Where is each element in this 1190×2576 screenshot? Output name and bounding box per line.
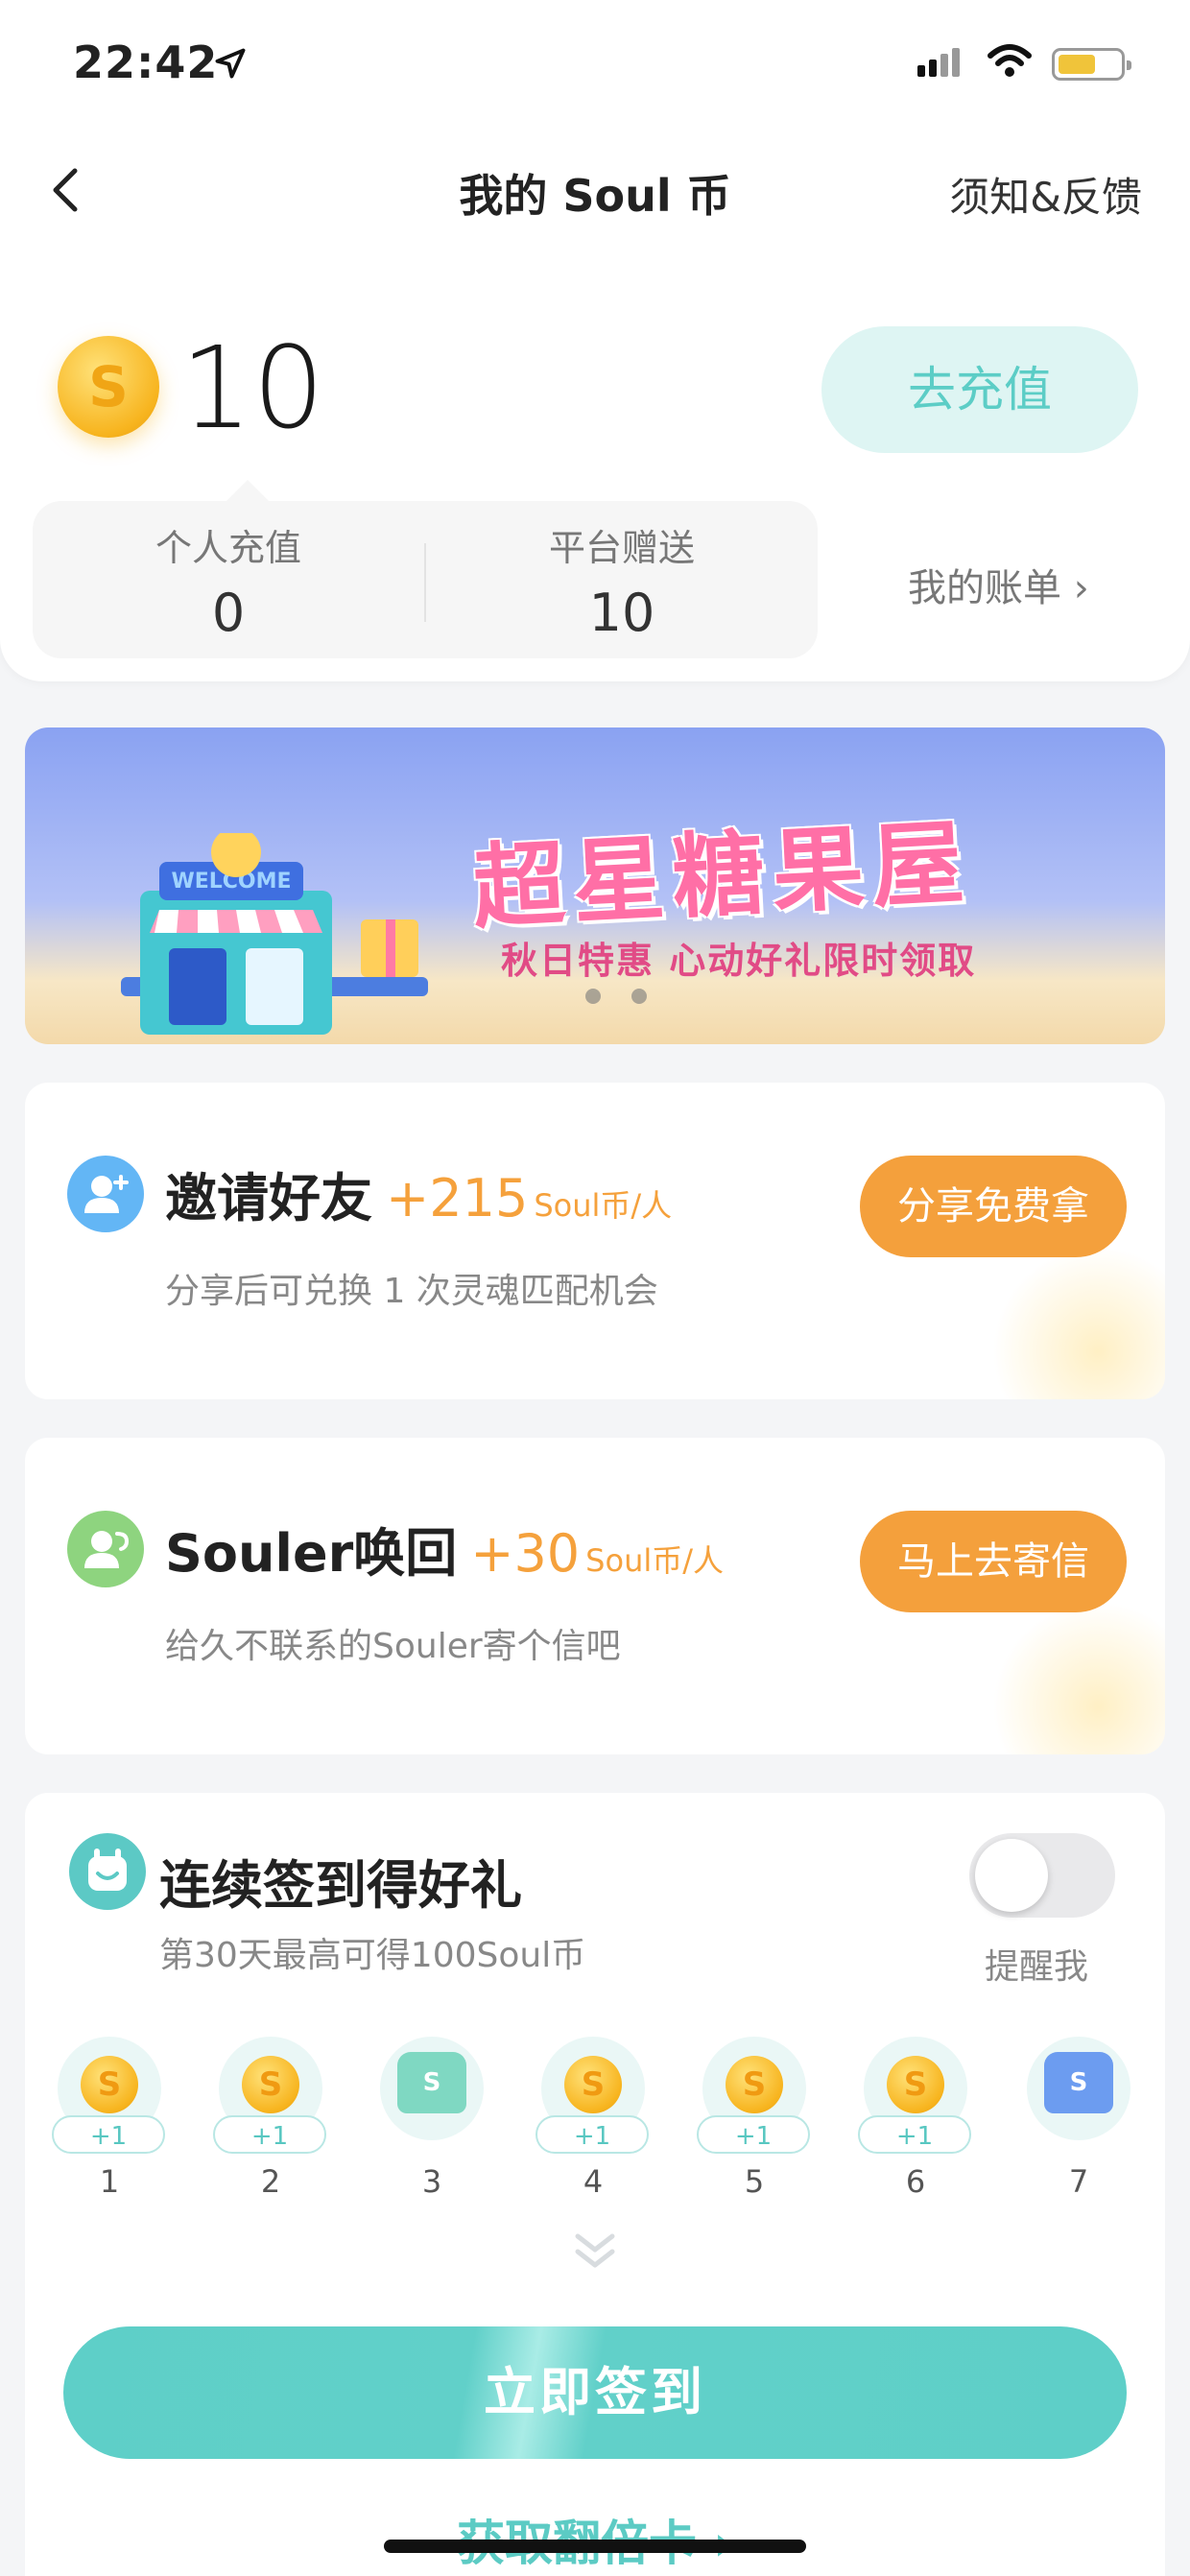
cellular-signal-icon bbox=[917, 48, 964, 77]
invite-friends-card: 邀请好友 +215 Soul币/人 分享后可兑换 1 次灵魂匹配机会 分享免费拿 bbox=[25, 1083, 1165, 1399]
home-indicator bbox=[384, 2540, 806, 2553]
invite-reward-unit: Soul币/人 bbox=[534, 1187, 673, 1224]
day-number: 3 bbox=[421, 2163, 442, 2200]
location-arrow-icon bbox=[215, 48, 246, 79]
recall-title: Souler唤回 bbox=[165, 1523, 458, 1584]
coin-reward-icon: S bbox=[81, 2056, 138, 2113]
recall-description: 给久不联系的Souler寄个信吧 bbox=[165, 1627, 621, 1666]
day-reward: +1 bbox=[536, 2115, 649, 2154]
sign-in-now-button[interactable]: 立即签到 bbox=[63, 2326, 1127, 2459]
status-time: 22:42 bbox=[73, 36, 219, 88]
battery-icon bbox=[1052, 48, 1131, 81]
candy-shop-illustration: WELCOME bbox=[121, 833, 428, 1035]
card-glow-decoration bbox=[992, 1246, 1165, 1399]
wifi-icon bbox=[988, 44, 1032, 77]
remind-label: 提醒我 bbox=[985, 1947, 1089, 1987]
coin-balance: 10 bbox=[180, 322, 325, 454]
personal-recharge-label: 个人充值 bbox=[155, 527, 301, 569]
invite-title: 邀请好友 bbox=[165, 1168, 372, 1228]
day-reward: +1 bbox=[858, 2115, 971, 2154]
balance-breakdown-pointer bbox=[226, 480, 269, 501]
carousel-dot bbox=[585, 989, 601, 1004]
recharge-button[interactable]: 去充值 bbox=[821, 326, 1138, 453]
coin-reward-icon: S bbox=[726, 2056, 783, 2113]
day-number: 7 bbox=[1068, 2163, 1089, 2200]
invite-title-row: 邀请好友 +215 Soul币/人 bbox=[165, 1156, 672, 1231]
soul-coin-icon: S bbox=[58, 336, 159, 438]
my-bill-link[interactable]: 我的账单 › bbox=[908, 557, 1089, 612]
expand-chevron-icon[interactable] bbox=[564, 2225, 626, 2278]
checkin-title: 连续签到得好礼 bbox=[159, 1855, 522, 1916]
treasure-chest-icon: S bbox=[1044, 2052, 1113, 2113]
banner-subtitle: 秋日特惠 心动好礼限时领取 bbox=[501, 940, 977, 982]
souler-recall-card: Souler唤回 +30 Soul币/人 给久不联系的Souler寄个信吧 马上去寄… bbox=[25, 1438, 1165, 1754]
day-number: 5 bbox=[744, 2163, 765, 2200]
coin-reward-icon: S bbox=[564, 2056, 622, 2113]
coin-reward-icon: S bbox=[887, 2056, 944, 2113]
invite-reward-amount: +215 bbox=[386, 1168, 529, 1228]
invite-user-icon bbox=[67, 1156, 144, 1232]
day-number: 4 bbox=[583, 2163, 604, 2200]
invite-description: 分享后可兑换 1 次灵魂匹配机会 bbox=[165, 1272, 658, 1311]
personal-recharge-value: 0 bbox=[211, 583, 246, 643]
promo-banner[interactable]: WELCOME 超星糖果屋 秋日特惠 心动好礼限时领取 bbox=[25, 727, 1165, 1044]
remind-toggle[interactable] bbox=[969, 1833, 1115, 1918]
calendar-checkin-icon bbox=[69, 1833, 146, 1910]
day-number: 6 bbox=[905, 2163, 926, 2200]
checkin-subtitle: 第30天最高可得100Soul币 bbox=[159, 1936, 586, 1975]
recall-reward-unit: Soul币/人 bbox=[585, 1542, 725, 1579]
recall-title-row: Souler唤回 +30 Soul币/人 bbox=[165, 1511, 724, 1586]
banner-title: 超星糖果屋 bbox=[469, 808, 975, 942]
treasure-chest-icon: S bbox=[397, 2052, 466, 2113]
carousel-dot bbox=[631, 989, 647, 1004]
coin-symbol: S bbox=[88, 354, 129, 419]
day-reward: +1 bbox=[697, 2115, 810, 2154]
day-number: 2 bbox=[260, 2163, 281, 2200]
card-glow-decoration bbox=[992, 1601, 1165, 1754]
notice-feedback-link[interactable]: 须知&反馈 bbox=[949, 165, 1142, 224]
personal-recharge-stat: 个人充值 0 bbox=[33, 518, 424, 643]
platform-gift-label: 平台赠送 bbox=[548, 527, 695, 569]
day-number: 1 bbox=[99, 2163, 120, 2200]
platform-gift-stat: 平台赠送 10 bbox=[426, 518, 818, 643]
day-reward: +1 bbox=[52, 2115, 165, 2154]
recall-reward-amount: +30 bbox=[470, 1523, 581, 1584]
recall-user-icon bbox=[67, 1511, 144, 1587]
coin-reward-icon: S bbox=[242, 2056, 299, 2113]
platform-gift-value: 10 bbox=[588, 583, 655, 643]
share-free-button[interactable]: 分享免费拿 bbox=[860, 1156, 1127, 1257]
send-letter-button[interactable]: 马上去寄信 bbox=[860, 1511, 1127, 1612]
day-reward: +1 bbox=[213, 2115, 326, 2154]
toggle-knob bbox=[975, 1839, 1048, 1912]
